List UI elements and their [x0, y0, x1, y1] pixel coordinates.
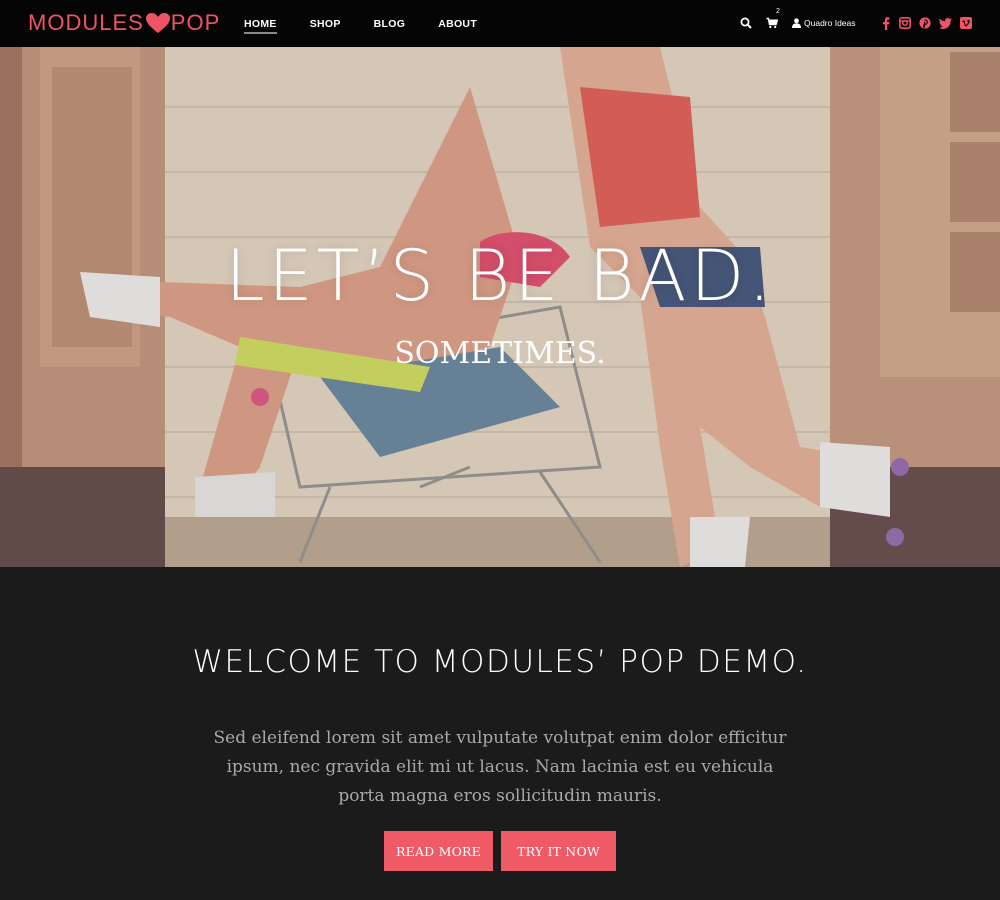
twitter-icon[interactable]: [938, 16, 952, 30]
try-it-now-button[interactable]: TRY IT NOW: [501, 831, 616, 871]
top-navbar: MODULES POP HOME SHOP BLOG ABOUT 2 Quadr…: [0, 0, 1000, 47]
welcome-paragraph: Sed eleifend lorem sit amet vulputate vo…: [213, 728, 787, 806]
account-link[interactable]: Quadro Ideas: [792, 16, 856, 30]
user-icon: [792, 18, 801, 28]
menu-item-home[interactable]: HOME: [244, 0, 277, 47]
menu-label-home: HOME: [244, 17, 277, 30]
hero-banner: LET’S BE BAD. SOMETIMES.: [0, 47, 1000, 567]
brand-name-right: POP: [170, 10, 221, 35]
brand-name-left: MODULES: [28, 10, 144, 35]
read-more-label: READ MORE: [396, 843, 481, 859]
menu-item-about[interactable]: ABOUT: [438, 0, 477, 47]
search-icon[interactable]: [739, 15, 753, 31]
menu-label-shop: SHOP: [309, 17, 341, 30]
try-it-now-label: TRY IT NOW: [517, 843, 600, 859]
menu-item-shop[interactable]: SHOP: [310, 0, 341, 47]
read-more-button[interactable]: READ MORE: [384, 831, 493, 871]
main-menu: HOME SHOP BLOG ABOUT: [244, 0, 510, 47]
heart-icon: [145, 13, 170, 33]
menu-label-blog: BLOG: [373, 17, 406, 30]
brand-logo[interactable]: MODULES POP: [28, 9, 220, 37]
cart-icon[interactable]: [765, 15, 779, 31]
menu-label-about: ABOUT: [438, 17, 478, 30]
cart-count-badge: 2: [776, 8, 780, 15]
instagram-icon[interactable]: [898, 16, 912, 30]
menu-item-blog[interactable]: BLOG: [374, 0, 406, 47]
hero-title: LET’S BE BAD.: [225, 235, 775, 317]
hero-subtitle: SOMETIMES.: [394, 336, 606, 371]
pinterest-icon[interactable]: [918, 16, 932, 30]
vimeo-icon[interactable]: [959, 16, 973, 30]
facebook-icon[interactable]: [879, 16, 893, 30]
welcome-heading: WELCOME TO MODULES’ POP DEMO.: [192, 644, 808, 680]
account-label: Quadro Ideas: [804, 18, 856, 28]
